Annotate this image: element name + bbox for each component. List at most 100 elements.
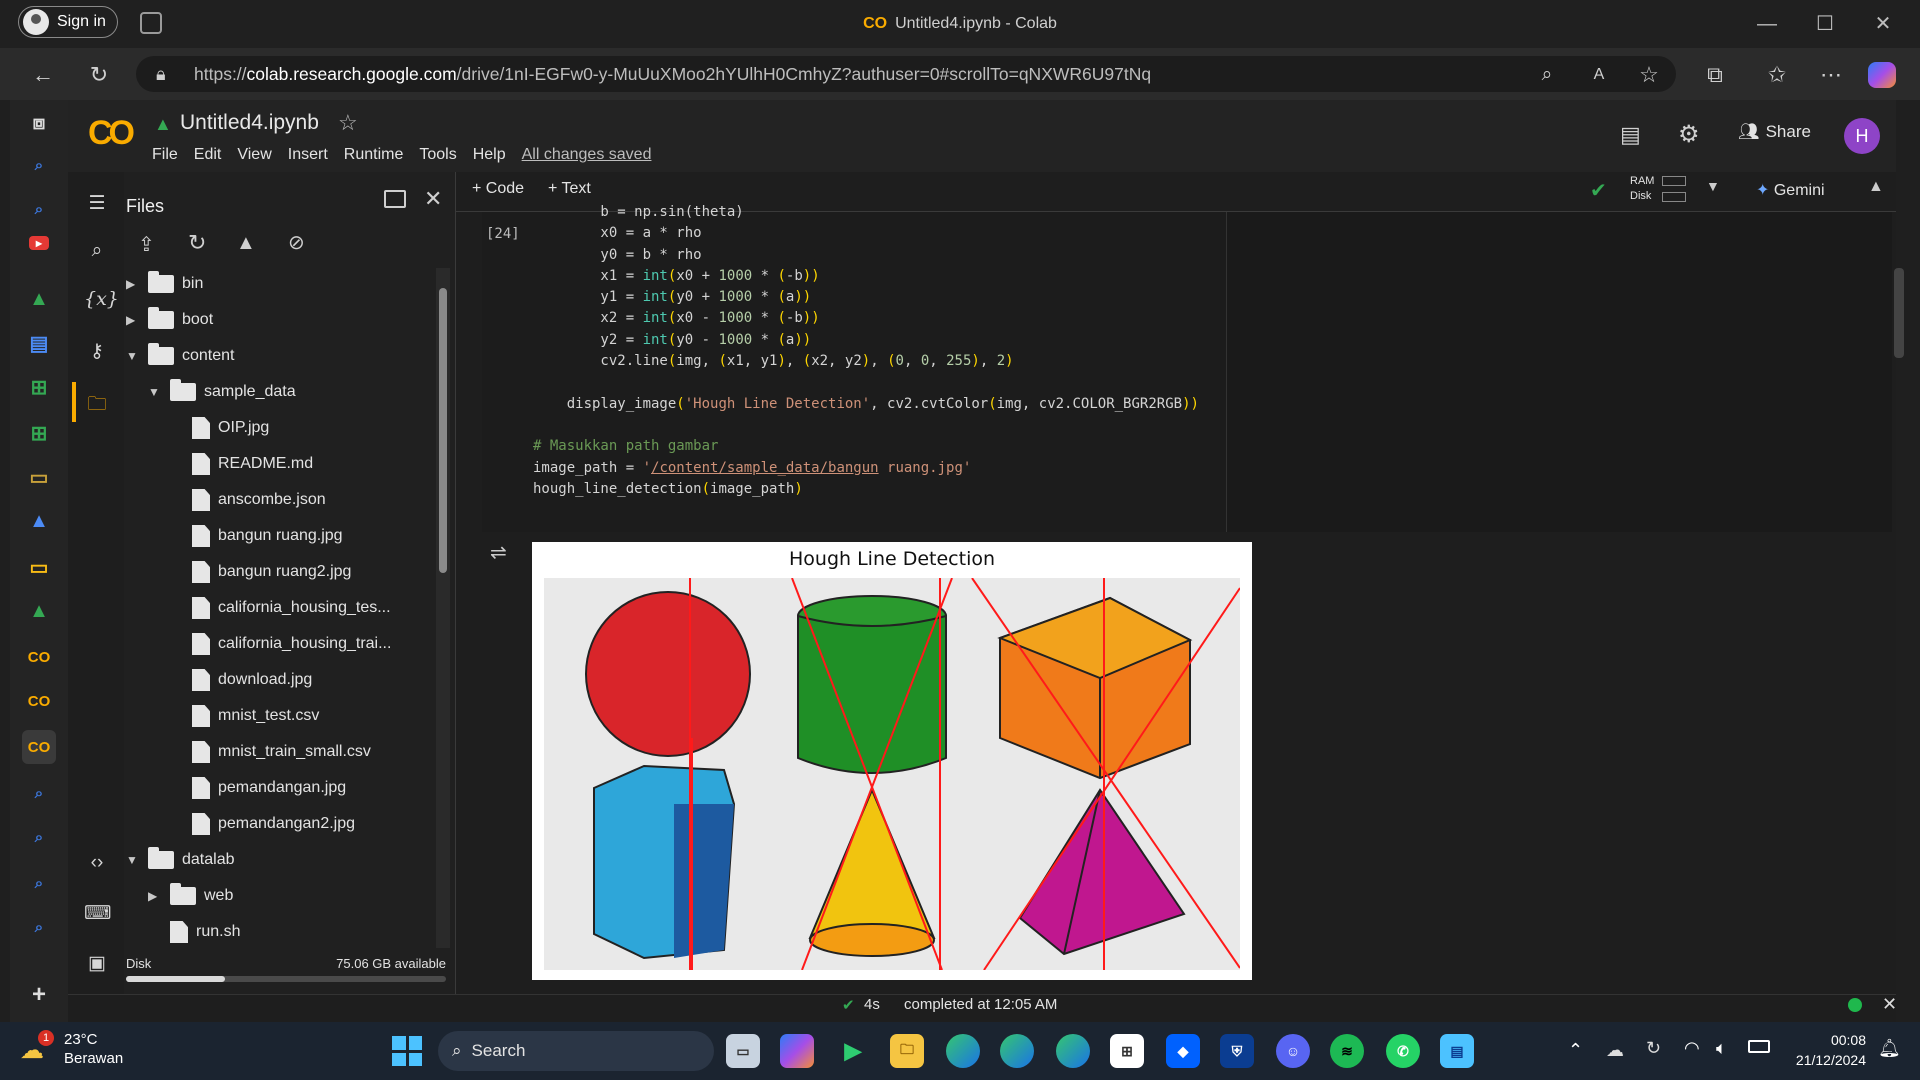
search-tab-icon[interactable]: ⌕ [22, 866, 56, 900]
close-status-icon[interactable]: ✕ [1882, 994, 1897, 1015]
hide-files-icon[interactable]: ⊘ [288, 230, 305, 255]
tab-actions-icon[interactable]: ⧈ [22, 106, 56, 140]
search-tab-icon[interactable]: ⌕ [22, 910, 56, 944]
folder-item[interactable]: ▶ boot [126, 302, 213, 338]
file-item[interactable]: bangun ruang2.jpg [170, 554, 351, 590]
share-button[interactable]: 👥︎ Share [1738, 122, 1811, 142]
star-icon[interactable]: ☆ [338, 110, 358, 136]
google-drive-icon[interactable]: ▲ [22, 282, 56, 316]
search-tab-icon[interactable]: ⌕ [22, 820, 56, 854]
notepad-icon[interactable]: ▤ [1440, 1034, 1474, 1068]
file-item[interactable]: bangun ruang.jpg [170, 518, 343, 554]
gemini-button[interactable]: ✦ Gemini [1756, 180, 1825, 200]
google-docs-icon[interactable]: ▤ [22, 326, 56, 360]
back-icon[interactable]: ← [26, 58, 60, 92]
notebook-title[interactable]: Untitled4.ipynb [180, 111, 319, 135]
file-item[interactable]: california_housing_tes... [170, 590, 391, 626]
settings-gear-icon[interactable]: ⚙ [1678, 120, 1700, 149]
file-item[interactable]: pemandangan.jpg [170, 770, 346, 806]
maximize-button[interactable]: ☐ [1810, 10, 1840, 38]
menu-view[interactable]: View [237, 146, 271, 164]
file-item[interactable]: anscombe.json [170, 482, 326, 518]
address-bar[interactable]: https://colab.research.google.com/drive/… [136, 56, 1676, 92]
file-item[interactable]: run.sh [148, 914, 240, 950]
runtime-dropdown-icon[interactable]: ▼ [1706, 178, 1720, 194]
menu-runtime[interactable]: Runtime [344, 146, 404, 164]
copilot-icon[interactable] [1868, 62, 1896, 88]
dropbox-icon[interactable]: ◆ [1166, 1034, 1200, 1068]
code-snippets-icon[interactable]: ‹› [84, 852, 110, 878]
edge-browser-icon[interactable] [1056, 1034, 1090, 1068]
file-item[interactable]: mnist_train_small.csv [170, 734, 371, 770]
add-code-button[interactable]: + Code [472, 180, 524, 198]
menu-help[interactable]: Help [473, 146, 506, 164]
lock-icon[interactable]: 🔒︎ [156, 64, 166, 85]
weather-text[interactable]: 23°C Berawan [64, 1030, 123, 1068]
battery-icon[interactable] [1748, 1040, 1770, 1053]
colab-tab-icon[interactable]: CO [22, 640, 56, 674]
folder-item[interactable]: ▶ bin [126, 266, 203, 302]
command-palette-icon[interactable]: ⌨ [84, 902, 111, 928]
secrets-key-icon[interactable]: ⚷ [84, 340, 110, 366]
refresh-files-icon[interactable]: ↻ [188, 230, 206, 256]
file-item[interactable]: pemandangan2.jpg [170, 806, 355, 842]
expand-caret-icon[interactable]: ▶ [148, 889, 162, 903]
folder-item[interactable]: ▼ sample_data [148, 374, 296, 410]
google-drive-icon[interactable]: ▲ [22, 504, 56, 538]
discord-icon[interactable]: ☺ [1276, 1034, 1310, 1068]
whatsapp-icon[interactable]: ✆ [1386, 1034, 1420, 1068]
colab-tab-icon-active[interactable]: CO [22, 730, 56, 764]
favorites-icon[interactable]: ✩ [1760, 58, 1794, 92]
expand-caret-icon[interactable]: ▼ [126, 349, 140, 363]
folder-item[interactable]: ▼ datalab [126, 842, 235, 878]
task-view-icon[interactable]: ▭ [726, 1034, 760, 1068]
code-text[interactable]: b = np.sin(theta) x0 = a * rho y0 = b * … [533, 202, 1199, 500]
refresh-icon[interactable]: ↻ [82, 58, 116, 92]
windows-start-icon[interactable] [392, 1036, 422, 1066]
open-in-tab-icon[interactable] [384, 190, 406, 208]
minimize-button[interactable]: — [1752, 10, 1782, 38]
expand-caret-icon[interactable]: ▼ [126, 853, 140, 867]
files-folder-icon[interactable]: 🗀︎ [84, 390, 110, 416]
colab-tab-icon[interactable]: CO [22, 684, 56, 718]
expand-caret-icon[interactable]: ▶ [126, 277, 140, 291]
google-sheets-icon[interactable]: ⊞ [22, 370, 56, 404]
extensions-icon[interactable]: ⧉ [1698, 58, 1732, 92]
edge-browser-icon[interactable] [946, 1034, 980, 1068]
comments-icon[interactable]: ▤ [1620, 122, 1641, 148]
volume-icon[interactable]: 🔈︎ [1716, 1038, 1727, 1059]
expand-caret-icon[interactable]: ▼ [148, 385, 162, 399]
file-item[interactable]: california_housing_trai... [170, 626, 391, 662]
completed-status[interactable]: completed at 12:05 AM [904, 996, 1057, 1013]
terminal-icon[interactable]: ▣ [84, 952, 110, 978]
file-item[interactable]: README.md [170, 446, 313, 482]
notebook-scrollbar[interactable] [1894, 268, 1904, 358]
weather-widget[interactable]: ☁ 1 [20, 1030, 58, 1064]
variables-icon[interactable]: {x} [84, 288, 119, 314]
saved-status-link[interactable]: All changes saved [522, 146, 652, 164]
menu-file[interactable]: File [152, 146, 178, 164]
account-avatar[interactable]: H [1844, 118, 1880, 154]
search-tab-icon[interactable]: ⌕ [22, 148, 56, 182]
folder-item[interactable]: ▶ web [148, 878, 233, 914]
wifi-icon[interactable]: ◠ [1684, 1038, 1700, 1059]
read-aloud-icon[interactable]: A [1582, 58, 1616, 92]
google-sheets-icon[interactable]: ⊞ [22, 416, 56, 450]
onedrive-icon[interactable]: ☁ [1606, 1040, 1624, 1061]
more-menu-icon[interactable]: ⋯ [1814, 58, 1848, 92]
file-item[interactable]: OIP.jpg [170, 410, 269, 446]
mount-drive-icon[interactable]: ▲ [236, 232, 256, 255]
favorite-star-icon[interactable]: ☆ [1632, 58, 1666, 92]
slides-icon[interactable]: ▭ [22, 460, 56, 494]
menu-edit[interactable]: Edit [194, 146, 222, 164]
spotify-icon[interactable]: ≋ [1330, 1034, 1364, 1068]
upload-file-icon[interactable]: ⇪ [138, 232, 155, 257]
menu-tools[interactable]: Tools [419, 146, 456, 164]
sync-icon[interactable]: ↻ [1646, 1038, 1661, 1059]
game-pass-icon[interactable]: ▶ [836, 1034, 870, 1068]
microsoft-store-icon[interactable]: ⊞ [1110, 1034, 1144, 1068]
search-icon[interactable]: ⌕ [84, 240, 110, 266]
close-window-button[interactable]: ✕ [1868, 10, 1898, 38]
youtube-icon[interactable]: ▶ [29, 236, 49, 250]
clock[interactable]: 00:08 21/12/2024 [1786, 1030, 1866, 1070]
